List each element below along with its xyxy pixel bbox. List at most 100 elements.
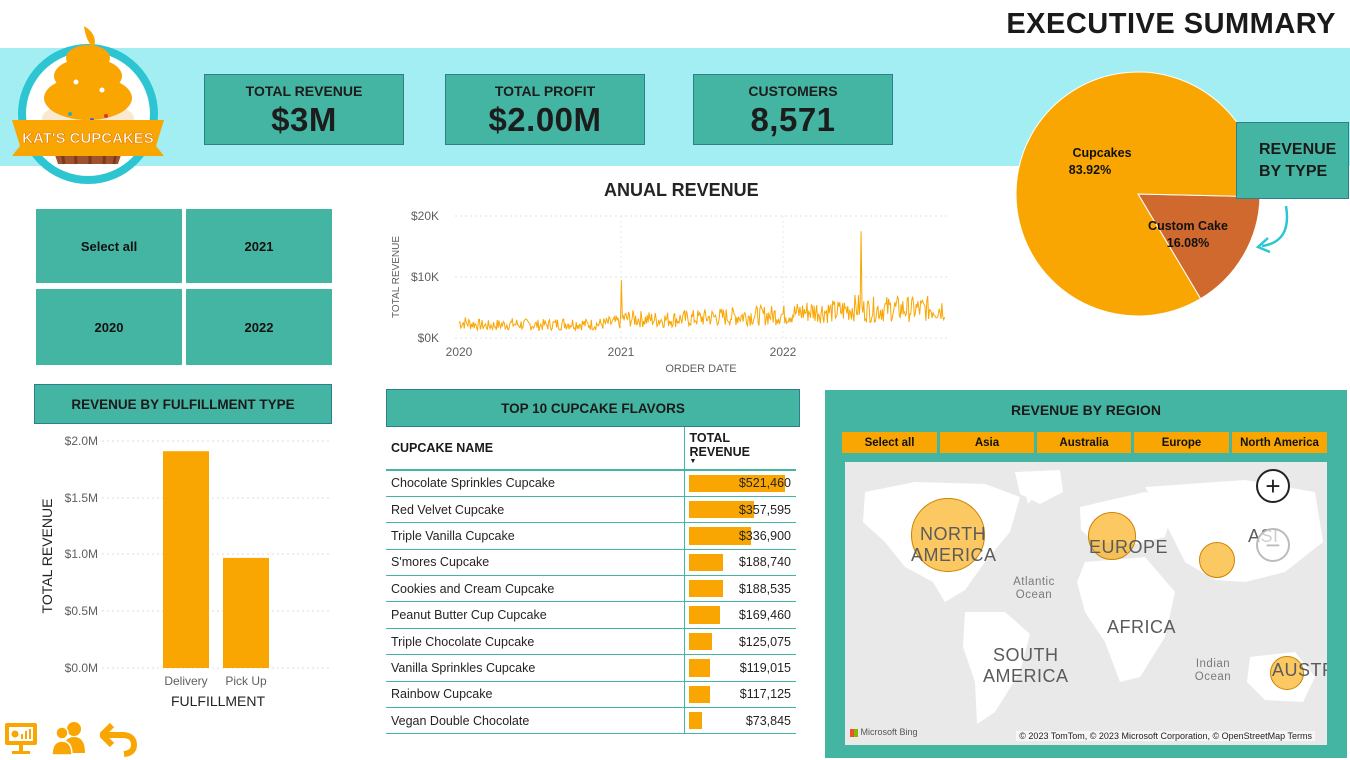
flavor-revenue-cell: $117,125 bbox=[683, 681, 796, 709]
table-row[interactable]: Triple Vanilla Cupcake $336,900 bbox=[386, 522, 796, 550]
table-row[interactable]: Triple Chocolate Cupcake $125,075 bbox=[386, 628, 796, 656]
flavor-name-cell: Triple Vanilla Cupcake bbox=[386, 522, 684, 550]
region-europe[interactable]: Europe bbox=[1134, 432, 1229, 453]
table-row[interactable]: Peanut Butter Cup Cupcake $169,460 bbox=[386, 601, 796, 629]
col-header-revenue-label: TOTAL REVENUE bbox=[689, 431, 750, 459]
table-row[interactable]: S'mores Cupcake $188,740 bbox=[386, 549, 796, 577]
curved-arrow-icon bbox=[1255, 205, 1289, 254]
pie-label-name: Custom Cake bbox=[1148, 219, 1228, 233]
y-axis-title: TOTAL REVENUE bbox=[39, 499, 55, 614]
flavor-name-cell: Cookies and Cream Cupcake bbox=[386, 575, 684, 603]
map-label-north-america: NORTH bbox=[920, 524, 987, 544]
x-axis-title: ORDER DATE bbox=[665, 363, 736, 375]
map-label-line: Atlantic bbox=[1013, 576, 1055, 588]
table-row[interactable]: Rainbow Cupcake $117,125 bbox=[386, 681, 796, 709]
revenue-value: $188,740 bbox=[738, 555, 791, 570]
y-tick-label: $10K bbox=[411, 270, 439, 284]
revenue-by-type-title: REVENUE BY TYPE bbox=[1236, 122, 1349, 199]
bing-text: Microsoft Bing bbox=[860, 727, 918, 737]
data-bar bbox=[688, 659, 711, 677]
users-icon[interactable] bbox=[50, 719, 88, 757]
table-row[interactable]: Cookies and Cream Cupcake $188,535 bbox=[386, 575, 796, 603]
revenue-value: $336,900 bbox=[738, 528, 791, 543]
flavor-name-cell: Vegan Double Chocolate bbox=[386, 707, 684, 735]
fulfillment-bar-chart: $2.0M $1.5M $1.0M $0.5M $0.0M TOTAL REVE… bbox=[39, 434, 330, 709]
flavor-revenue-cell: $119,015 bbox=[683, 654, 796, 682]
y-axis-title: TOTAL REVENUE bbox=[391, 236, 402, 318]
back-arrow-icon[interactable] bbox=[99, 721, 138, 757]
col-header-name[interactable]: CUPCAKE NAME bbox=[386, 427, 684, 471]
flavor-name-cell: Peanut Butter Cup Cupcake bbox=[386, 601, 684, 629]
title-line: REVENUE bbox=[1259, 140, 1337, 158]
table-row[interactable]: Vanilla Sprinkles Cupcake $119,015 bbox=[386, 654, 796, 682]
y-tick-label: $2.0M bbox=[65, 434, 98, 448]
map-copyright[interactable]: © 2023 TomTom, © 2023 Microsoft Corporat… bbox=[1016, 731, 1315, 741]
top-flavors-table-wrap: CUPCAKE NAME TOTAL REVENUE ▼ Chocolate S… bbox=[386, 427, 800, 735]
slicer-2021[interactable]: 2021 bbox=[186, 209, 332, 283]
bing-logo: Microsoft Bing bbox=[850, 727, 918, 737]
map-label-australia: AUSTR bbox=[1272, 660, 1327, 680]
kpi-customers: CUSTOMERS 8,571 bbox=[693, 74, 893, 145]
region-asia[interactable]: Asia bbox=[940, 432, 1034, 453]
map-label-europe: EUROPE bbox=[1089, 537, 1169, 557]
map-label-south-america: SOUTH bbox=[993, 645, 1059, 665]
pie-label-pct: 16.08% bbox=[1167, 236, 1209, 250]
top-flavors-table: CUPCAKE NAME TOTAL REVENUE ▼ Chocolate S… bbox=[386, 427, 796, 735]
flavor-name-cell: Rainbow Cupcake bbox=[386, 681, 684, 709]
pie-slices bbox=[1015, 71, 1261, 317]
region-north-america[interactable]: North America bbox=[1232, 432, 1327, 453]
kpi-value: 8,571 bbox=[750, 101, 836, 138]
map-label-south-america: AMERICA bbox=[983, 666, 1069, 686]
x-tick-label: Delivery bbox=[164, 674, 207, 688]
kpi-total-profit: TOTAL PROFIT $2.00M bbox=[445, 74, 645, 145]
col-header-revenue[interactable]: TOTAL REVENUE ▼ bbox=[683, 427, 796, 471]
flavor-revenue-cell: $169,460 bbox=[683, 601, 796, 629]
data-bar bbox=[688, 553, 724, 572]
presentation-icon[interactable] bbox=[2, 721, 40, 755]
world-map[interactable]: NORTH AMERICA EUROPE ASI AFRICA SOUTH AM… bbox=[845, 462, 1327, 745]
x-tick-label: 2021 bbox=[608, 345, 635, 359]
zoom-in-button[interactable]: + bbox=[1256, 469, 1290, 503]
flavor-name-cell: Chocolate Sprinkles Cupcake bbox=[386, 470, 684, 497]
y-tick-label: $20K bbox=[411, 209, 439, 223]
table-row[interactable]: Red Velvet Cupcake $357,595 bbox=[386, 496, 796, 524]
page-title: EXECUTIVE SUMMARY bbox=[1006, 8, 1336, 40]
zoom-out-button[interactable]: − bbox=[1256, 528, 1290, 562]
y-tick-label: $0K bbox=[418, 331, 439, 345]
flavor-revenue-cell: $188,535 bbox=[683, 575, 796, 603]
data-bar bbox=[688, 606, 720, 624]
slicer-select-all[interactable]: Select all bbox=[36, 209, 182, 283]
map-label-africa: AFRICA bbox=[1107, 617, 1177, 637]
table-row[interactable]: Chocolate Sprinkles Cupcake $521,460 bbox=[386, 470, 796, 497]
flavor-name-cell: Vanilla Sprinkles Cupcake bbox=[386, 654, 684, 682]
revenue-value: $117,125 bbox=[739, 687, 791, 702]
flavor-revenue-cell: $357,595 bbox=[683, 496, 796, 524]
slicer-2020[interactable]: 2020 bbox=[36, 289, 182, 365]
slicer-2022[interactable]: 2022 bbox=[186, 289, 332, 365]
flavor-revenue-cell: $336,900 bbox=[683, 522, 796, 550]
bar-delivery[interactable] bbox=[163, 451, 209, 668]
region-title: REVENUE BY REGION bbox=[1011, 402, 1161, 418]
kpi-total-revenue: TOTAL REVENUE $3M bbox=[204, 74, 404, 145]
kpi-value: $3M bbox=[271, 101, 337, 138]
annual-revenue-title: ANUAL REVENUE bbox=[604, 180, 759, 200]
bar-pick-up[interactable] bbox=[223, 557, 269, 668]
data-bar bbox=[688, 580, 724, 598]
region-select-all[interactable]: Select all bbox=[842, 432, 937, 453]
map-label-line: Ocean bbox=[1194, 671, 1232, 683]
title-line: BY TYPE bbox=[1259, 162, 1328, 180]
revenue-value: $73,845 bbox=[745, 713, 791, 728]
pie-label-name: Cupcakes bbox=[1072, 146, 1131, 160]
revenue-value: $169,460 bbox=[738, 608, 791, 623]
table-row[interactable]: Vegan Double Chocolate $73,845 bbox=[386, 707, 796, 735]
flavor-revenue-cell: $125,075 bbox=[683, 628, 796, 656]
bubble-asia[interactable] bbox=[1199, 542, 1235, 578]
pie-label-pct: 83.92% bbox=[1069, 163, 1111, 177]
revenue-value: $357,595 bbox=[738, 502, 791, 517]
region-australia[interactable]: Australia bbox=[1037, 432, 1131, 453]
map-label-indian: Indian Ocean bbox=[1191, 658, 1235, 684]
x-tick-label: Pick Up bbox=[225, 674, 267, 688]
x-tick-label: 2022 bbox=[770, 345, 797, 359]
revenue-value: $125,075 bbox=[738, 634, 791, 649]
kpi-value: $2.00M bbox=[488, 101, 602, 138]
